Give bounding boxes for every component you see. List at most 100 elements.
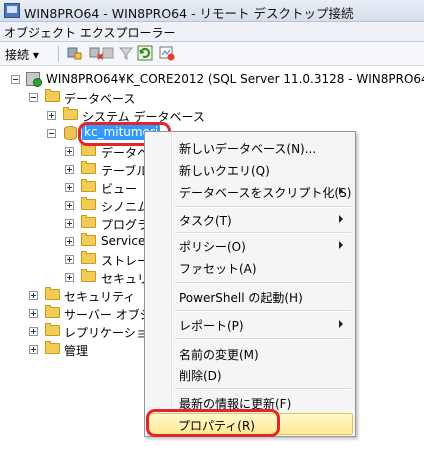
window-titlebar[interactable]: WIN8PRO64 - WIN8PRO64 - リモート デスクトップ接続: [0, 0, 424, 22]
menu-item-refresh[interactable]: 最新の情報に更新(F): [147, 391, 353, 413]
menu-item-reports[interactable]: レポート(P): [147, 313, 353, 335]
submenu-arrow-icon: [339, 215, 343, 223]
menu-item-label: 名前の変更(M): [179, 348, 259, 362]
menu-item-label: 新しいデータベース(N)...: [179, 142, 317, 156]
menu-item-new-query[interactable]: 新しいクエリ(Q): [147, 158, 353, 180]
tree-node-management[interactable]: 管理: [0, 340, 144, 358]
menu-item-label: PowerShell の起動(H): [179, 291, 303, 305]
context-menu: 新しいデータベース(N)... 新しいクエリ(Q) データベースをスクリプト化(…: [144, 131, 356, 437]
tree-node-synonyms[interactable]: シノニム: [0, 196, 149, 214]
tree-node-server-objects[interactable]: サーバー オブジェ: [0, 304, 164, 322]
tree-node-server[interactable]: WIN8PRO64¥K_CORE2012 (SQL Server 11.0.31…: [0, 70, 424, 88]
folder-icon: [81, 269, 96, 282]
menu-item-properties[interactable]: プロパティ(R): [147, 413, 353, 435]
menu-item-start-powershell[interactable]: PowerShell の起動(H): [147, 285, 353, 307]
tree-node-service-broker[interactable]: Service: [0, 232, 146, 250]
tree-node-replication[interactable]: レプリケーション: [0, 322, 160, 340]
expand-toggle[interactable]: [29, 309, 38, 318]
tree-node-storage[interactable]: ストレージ: [0, 250, 161, 268]
tree-label: シノニム: [101, 200, 150, 214]
tree-node-tables[interactable]: テーブル: [0, 160, 148, 178]
folder-icon: [81, 251, 96, 264]
connect-icon[interactable]: [66, 45, 82, 61]
tree-label: データベ: [101, 146, 150, 160]
folder-icon: [63, 107, 78, 120]
menu-item-facets[interactable]: ファセット(A): [147, 256, 353, 278]
expand-toggle[interactable]: [29, 345, 38, 354]
connect-button[interactable]: 接続 ▾: [5, 46, 39, 63]
menu-item-policies[interactable]: ポリシー(O): [147, 234, 353, 256]
database-icon: [64, 126, 77, 140]
menu-separator: [175, 388, 351, 389]
menu-item-label: ファセット(A): [179, 262, 257, 276]
collapse-toggle[interactable]: [47, 129, 56, 138]
tree-node-programmability[interactable]: プログラミ: [0, 214, 161, 232]
folder-icon: [45, 305, 60, 318]
menu-separator: [175, 282, 351, 283]
tree-node-databases[interactable]: データベース: [0, 88, 240, 106]
filter-icon[interactable]: [118, 45, 134, 61]
activity-monitor-icon[interactable]: [159, 45, 175, 61]
collapse-toggle[interactable]: [11, 75, 20, 84]
expand-toggle[interactable]: [65, 201, 74, 210]
folder-icon: [45, 89, 60, 102]
collapse-toggle[interactable]: [29, 93, 38, 102]
menu-item-delete[interactable]: 削除(D): [147, 363, 353, 385]
folder-icon: [81, 161, 96, 174]
menu-separator: [175, 232, 351, 233]
menu-item-tasks[interactable]: タスク(T): [147, 208, 353, 230]
folder-icon: [81, 143, 96, 156]
pane-title: オブジェクト エクスプローラー: [4, 26, 176, 40]
tree-label: Service: [101, 234, 146, 248]
tree-node-system-databases[interactable]: システム データベース: [0, 106, 240, 124]
folder-icon: [45, 287, 60, 300]
submenu-arrow-icon: [339, 241, 343, 249]
menu-item-script-database[interactable]: データベースをスクリプト化(S): [147, 180, 353, 202]
menu-item-label: 新しいクエリ(Q): [179, 164, 270, 178]
expand-toggle[interactable]: [65, 273, 74, 282]
tree-label: 管理: [64, 344, 89, 358]
expand-toggle[interactable]: [65, 147, 74, 156]
menu-item-new-database[interactable]: 新しいデータベース(N)...: [147, 136, 353, 158]
menu-item-label: プロパティ(R): [178, 419, 255, 433]
expand-toggle[interactable]: [65, 237, 74, 246]
menu-item-rename[interactable]: 名前の変更(M): [147, 342, 353, 364]
submenu-arrow-icon: [339, 187, 343, 195]
menu-separator: [175, 310, 351, 311]
folder-icon: [81, 215, 96, 228]
refresh-icon[interactable]: [137, 45, 153, 61]
tree-node-db-security[interactable]: セキュリテ: [0, 268, 161, 286]
expand-toggle[interactable]: [47, 111, 56, 120]
expand-toggle[interactable]: [29, 327, 38, 336]
menu-item-label: 削除(D): [179, 369, 222, 383]
tree-node-security[interactable]: セキュリティ: [0, 286, 144, 304]
stop-icon[interactable]: [100, 45, 116, 61]
tree-label: テーブル: [101, 164, 149, 178]
menu-separator: [175, 338, 351, 339]
databases-label: データベース: [64, 92, 136, 106]
menu-item-label: タスク(T): [179, 214, 232, 228]
expand-toggle[interactable]: [65, 219, 74, 228]
expand-toggle[interactable]: [65, 183, 74, 192]
system-databases-label: システム データベース: [82, 110, 205, 124]
expand-toggle[interactable]: [65, 255, 74, 264]
server-icon: [26, 72, 42, 87]
tree-node-db-diagrams[interactable]: データベ: [0, 142, 149, 160]
expand-toggle[interactable]: [29, 291, 38, 300]
object-explorer-toolbar: 接続 ▾: [0, 42, 424, 66]
tree-node-views[interactable]: ビュー: [0, 178, 144, 196]
menu-item-label: データベースをスクリプト化(S): [179, 186, 352, 200]
server-label: WIN8PRO64¥K_CORE2012 (SQL Server 11.0.31…: [46, 72, 424, 86]
folder-icon: [45, 341, 60, 354]
folder-icon: [81, 179, 96, 192]
object-explorer-header: オブジェクト エクスプローラー: [0, 22, 424, 42]
remote-desktop-icon: [4, 3, 20, 18]
menu-separator: [175, 206, 351, 207]
toolbar-separator: [58, 46, 59, 62]
tree-label: ビュー: [101, 182, 138, 196]
menu-item-label: レポート(P): [179, 319, 244, 333]
folder-icon: [45, 323, 60, 336]
window-title: WIN8PRO64 - WIN8PRO64 - リモート デスクトップ接続: [24, 6, 354, 21]
menu-item-label: ポリシー(O): [179, 240, 246, 254]
expand-toggle[interactable]: [65, 165, 74, 174]
